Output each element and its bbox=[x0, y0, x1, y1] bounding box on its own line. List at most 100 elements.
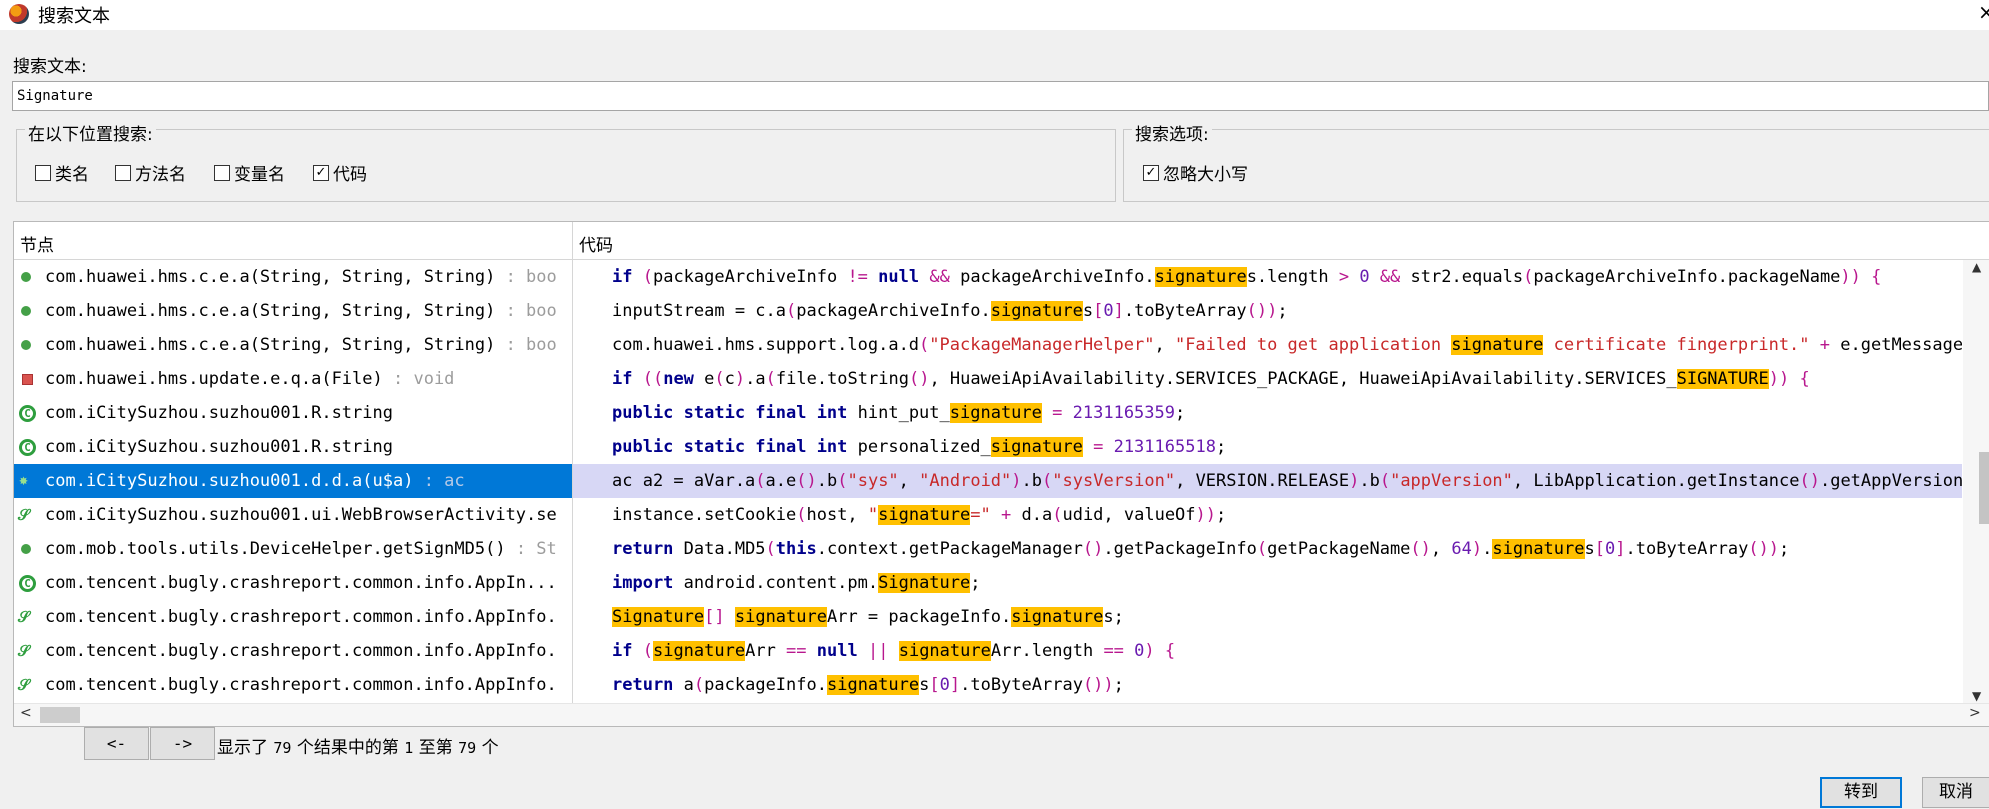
goto-button[interactable]: 转到 bbox=[1820, 777, 1902, 808]
code-row[interactable]: public static final int hint_put_signatu… bbox=[573, 396, 1962, 430]
node-row[interactable]: com.mob.tools.utils.DeviceHelper.getSign… bbox=[14, 532, 572, 566]
code-token: certificate fingerprint." bbox=[1543, 335, 1810, 355]
code-token: + bbox=[1001, 505, 1012, 525]
next-page-button[interactable]: -> bbox=[150, 727, 215, 760]
checkbox-code[interactable]: ✓ 代码 bbox=[313, 160, 367, 185]
prev-page-button[interactable]: <- bbox=[84, 727, 149, 760]
checkbox-variable-name[interactable]: 变量名 bbox=[214, 160, 285, 185]
node-return-type: : St bbox=[505, 539, 557, 559]
code-row[interactable]: import android.content.pm.Signature; bbox=[573, 566, 1962, 600]
close-icon[interactable]: × bbox=[1978, 0, 1989, 24]
match-highlight: signature bbox=[1011, 607, 1104, 627]
code-row[interactable]: if ((new e(c).a(file.toString(), HuaweiA… bbox=[573, 362, 1962, 396]
code-row[interactable]: Signature[] signatureArr = packageInfo.s… bbox=[573, 600, 1962, 634]
code-token: () bbox=[1082, 539, 1104, 559]
checkbox-box[interactable] bbox=[115, 164, 131, 181]
code-row[interactable]: return a(packageInfo.signatures[0].toByt… bbox=[573, 668, 1962, 702]
code-token: = bbox=[1093, 437, 1104, 457]
node-row[interactable]: com.huawei.hms.c.e.a(String, String, Str… bbox=[14, 260, 572, 294]
scroll-up-icon[interactable]: ▲ bbox=[1972, 260, 1981, 274]
checkbox-box[interactable]: ✓ bbox=[1143, 164, 1159, 181]
code-token: ) bbox=[734, 369, 746, 389]
node-row[interactable]: 𝒮com.tencent.bugly.crashreport.common.in… bbox=[14, 600, 572, 634]
node-row[interactable]: com.huawei.hms.c.e.a(String, String, Str… bbox=[14, 294, 572, 328]
scroll-down-icon[interactable]: ▼ bbox=[1972, 689, 1981, 703]
checkbox-box[interactable] bbox=[35, 164, 51, 181]
cancel-button[interactable]: 取消 bbox=[1922, 777, 1989, 808]
node-row[interactable]: com.huawei.hms.c.e.a(String, String, Str… bbox=[14, 328, 572, 362]
code-token: if bbox=[612, 369, 633, 389]
code-token: 0 bbox=[1134, 641, 1145, 661]
code-token: android.content.pm. bbox=[673, 573, 879, 593]
column-header-code[interactable]: 代码 bbox=[573, 222, 1989, 260]
code-token: ( bbox=[693, 675, 705, 695]
code-line: ac a2 = aVar.a(a.e().b("sys", "Android")… bbox=[612, 464, 1962, 498]
checkbox-box[interactable] bbox=[214, 164, 230, 181]
code-row[interactable]: com.huawei.hms.support.log.a.d("PackageM… bbox=[573, 328, 1962, 362]
vertical-scrollbar[interactable]: ▲ ▼ bbox=[1963, 260, 1989, 703]
code-token: personalized_ bbox=[847, 437, 991, 457]
node-row[interactable]: com.huawei.hms.update.e.q.a(File) : void bbox=[14, 362, 572, 396]
column-header-nodes[interactable]: 节点 bbox=[14, 222, 573, 260]
scroll-thumb[interactable] bbox=[40, 707, 80, 723]
code-token: ; bbox=[1175, 403, 1186, 423]
code-row[interactable]: if (packageArchiveInfo != null && packag… bbox=[573, 260, 1962, 294]
status-mid1: 个结果中的第 bbox=[296, 738, 399, 758]
code-row[interactable]: inputStream = c.a(packageArchiveInfo.sig… bbox=[573, 294, 1962, 328]
search-input[interactable] bbox=[12, 81, 1989, 111]
node-row[interactable]: 𝒮com.tencent.bugly.crashreport.common.in… bbox=[14, 634, 572, 668]
code-line: public static final int hint_put_signatu… bbox=[612, 396, 1185, 430]
checkbox-class-name[interactable]: 类名 bbox=[35, 160, 89, 185]
match-highlight: SIGNATURE bbox=[1676, 369, 1769, 389]
code-token: () bbox=[796, 471, 817, 491]
code-token: ] bbox=[1615, 539, 1626, 559]
search-options-group: 搜索选项: ✓ 忽略大小写 bbox=[1123, 120, 1989, 202]
checkbox-box[interactable]: ✓ bbox=[313, 164, 329, 181]
node-row[interactable]: Ccom.iCitySuzhou.suzhou001.R.string bbox=[14, 430, 572, 464]
code-token: e bbox=[693, 369, 715, 389]
code-token: a bbox=[673, 675, 694, 695]
node-row[interactable]: 𝒮com.iCitySuzhou.suzhou001.ui.WebBrowser… bbox=[14, 498, 572, 532]
code-token: s.length bbox=[1246, 267, 1339, 287]
node-row[interactable]: Ccom.iCitySuzhou.suzhou001.R.string bbox=[14, 396, 572, 430]
results-table: 节点 代码 com.huawei.hms.c.e.a(String, Strin… bbox=[13, 221, 1989, 727]
code-token: s bbox=[1082, 301, 1094, 321]
code-token: && bbox=[1379, 267, 1401, 287]
node-row[interactable]: ✸ com.iCitySuzhou.suzhou001.d.d.a(u$a) : … bbox=[14, 464, 572, 498]
code-token: =" bbox=[970, 505, 991, 525]
code-token: public static final int bbox=[612, 403, 848, 423]
scroll-left-icon[interactable]: < bbox=[20, 705, 32, 721]
code-token: Arr.length bbox=[990, 641, 1104, 661]
scroll-right-icon[interactable]: > bbox=[1969, 705, 1981, 721]
code-token: () bbox=[1799, 471, 1820, 491]
code-token: + bbox=[1819, 335, 1831, 355]
code-token: ( bbox=[1523, 267, 1534, 287]
node-text: com.iCitySuzhou.suzhou001.d.d.a(u$a) : a… bbox=[45, 464, 465, 498]
code-token: Arr = packageInfo. bbox=[826, 607, 1012, 627]
horizontal-scrollbar[interactable]: < > bbox=[14, 703, 1989, 726]
scroll-thumb[interactable] bbox=[1979, 452, 1989, 524]
checkbox-ignore-case[interactable]: ✓ 忽略大小写 bbox=[1143, 160, 1248, 185]
code-line: if (signatureArr == null || signatureArr… bbox=[612, 634, 1175, 668]
node-text: com.iCitySuzhou.suzhou001.R.string bbox=[45, 430, 393, 464]
code-line: if ((new e(c).a(file.toString(), HuaweiA… bbox=[612, 362, 1810, 396]
code-row[interactable]: ac a2 = aVar.a(a.e().b("sys", "Android")… bbox=[573, 464, 1962, 498]
checkbox-label: 类名 bbox=[55, 165, 89, 185]
node-row[interactable]: Ccom.tencent.bugly.crashreport.common.in… bbox=[14, 566, 572, 600]
checkbox-method-name[interactable]: 方法名 bbox=[115, 160, 186, 185]
code-row[interactable]: instance.setCookie(host, "signature=" + … bbox=[573, 498, 1962, 532]
code-row[interactable]: public static final int personalized_sig… bbox=[573, 430, 1962, 464]
code-token: "appVersion" bbox=[1390, 471, 1513, 491]
title-bar: 搜索文本 × bbox=[0, 0, 1989, 30]
static-class-icon: 𝒮 bbox=[18, 608, 30, 626]
search-options-legend: 搜索选项: bbox=[1132, 120, 1212, 145]
node-row[interactable]: 𝒮com.tencent.bugly.crashreport.common.in… bbox=[14, 668, 572, 702]
code-line: return Data.MD5(this.context.getPackageM… bbox=[612, 532, 1789, 566]
code-row[interactable]: return Data.MD5(this.context.getPackageM… bbox=[573, 532, 1962, 566]
code-token: ( bbox=[786, 301, 797, 321]
code-row[interactable]: if (signatureArr == null || signatureArr… bbox=[573, 634, 1962, 668]
